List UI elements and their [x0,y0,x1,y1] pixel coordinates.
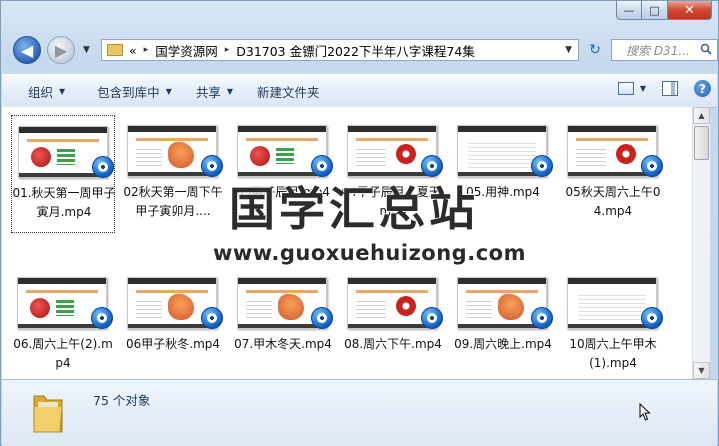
media-player-icon [311,307,333,329]
command-bar: 组织 ▼ 包含到库中 ▼ 共享 ▼ 新建文件夹 ▼ ? [2,74,717,108]
recent-pages-dropdown[interactable]: ▼ [83,45,90,55]
chevron-down-icon: ▼ [59,86,66,96]
file-name: 09.周六晚上.mp4 [454,337,552,351]
file-item[interactable]: 08.周六下午.mp4 [341,267,445,379]
media-player-icon [201,155,223,177]
file-name: 02秋天第一周下午甲子寅卯月.... [123,185,223,218]
watermark-url: www.guoxuehuizong.com [213,241,526,265]
file-name: 10周六上午甲木(1).mp4 [569,337,657,370]
breadcrumb-separator[interactable]: ▸ [225,45,230,55]
search-icon[interactable] [700,43,712,55]
forward-button[interactable]: ▶ [47,36,75,64]
vertical-scrollbar[interactable]: ▲ ▼ [692,107,710,379]
file-item[interactable]: 06.周六上午(2).mp4 [11,267,115,379]
organize-menu[interactable]: 组织 ▼ [2,82,79,101]
folder-icon [33,395,63,433]
back-button[interactable]: ◀ [13,36,41,64]
file-item[interactable]: 05秋天周六上午04.mp4 [561,115,665,233]
close-button[interactable]: ✕ [668,1,712,20]
address-bar[interactable]: « ▸ 国学资源网 ▸ D31703 金镖门2022下半年八字课程74集 ▼ [101,39,579,61]
share-label: 共享 [195,84,221,100]
file-name: 06甲子秋冬.mp4 [125,337,221,351]
media-player-icon [421,307,443,329]
help-icon[interactable]: ? [694,80,711,97]
organize-label: 组织 [28,84,54,100]
search-input[interactable]: 搜索 D31... [611,39,718,61]
folder-icon [107,44,123,56]
toolbar-right: ▼ ? [617,80,711,97]
media-player-icon [92,156,114,178]
include-library-label: 包含到库中 [97,84,160,100]
media-player-icon [531,155,553,177]
explorer-window: — □ ✕ ◀ ▶ ▼ « ▸ 国学资源网 ▸ D31703 金镖门2022下半… [0,0,719,446]
address-dropdown[interactable]: ▼ [565,45,572,55]
chevron-down-icon: ▼ [165,86,172,96]
change-view-icon[interactable] [617,82,634,95]
file-item[interactable]: 07.甲木冬天.mp4 [231,267,335,379]
file-item[interactable]: 02秋天第一周下午甲子寅卯月.... [121,115,225,233]
file-name: 06.周六上午(2).mp4 [13,337,113,370]
media-player-icon [641,155,663,177]
new-folder-label: 新建文件夹 [257,84,320,100]
file-name: 08.周六下午.mp4 [344,337,442,351]
file-item[interactable]: 10周六上午甲木(1).mp4 [561,267,665,379]
scroll-up-button[interactable]: ▲ [693,107,710,124]
maximize-button[interactable]: □ [642,1,668,20]
view-options-dropdown[interactable]: ▼ [640,84,646,93]
file-name: 05秋天周六上午04.mp4 [565,185,661,218]
search-placeholder: 搜索 D31... [626,43,690,58]
preview-pane-icon[interactable] [662,81,678,96]
scroll-thumb[interactable] [694,126,709,160]
media-player-icon [91,307,113,329]
new-folder-button[interactable]: 新建文件夹 [247,82,334,101]
breadcrumb-root[interactable]: 国学资源网 [155,41,218,60]
watermark-title: 国学汇总站 [229,182,479,236]
media-player-icon [201,307,223,329]
media-player-icon [531,307,553,329]
item-count: 75 个对象 [93,393,151,408]
minimize-button[interactable]: — [616,1,642,20]
breadcrumb-current[interactable]: D31703 金镖门2022下半年八字课程74集 [236,41,475,60]
breadcrumb-overflow[interactable]: « [129,43,137,58]
file-item[interactable]: 09.周六晚上.mp4 [451,267,555,379]
refresh-button[interactable]: ↻ [583,39,607,61]
file-item[interactable]: 06甲子秋冬.mp4 [121,267,225,379]
file-item[interactable]: 01.秋天第一周甲子寅月.mp4 [11,115,116,233]
navigation-bar: ◀ ▶ ▼ « ▸ 国学资源网 ▸ D31703 金镖门2022下半年八字课程7… [9,34,718,66]
scroll-down-button[interactable]: ▼ [693,362,710,379]
media-player-icon [641,307,663,329]
share-menu[interactable]: 共享 ▼ [186,82,247,101]
caption-buttons: — □ ✕ [616,1,712,20]
mouse-pointer-icon [639,403,651,421]
breadcrumb-separator[interactable]: ▸ [144,45,149,55]
include-library-menu[interactable]: 包含到库中 ▼ [79,82,186,101]
details-pane: 75 个对象 [2,379,717,446]
file-name: 01.秋天第一周甲子寅月.mp4 [12,186,116,219]
file-name: 07.甲木冬天.mp4 [234,337,332,351]
chevron-down-icon: ▼ [226,86,234,96]
